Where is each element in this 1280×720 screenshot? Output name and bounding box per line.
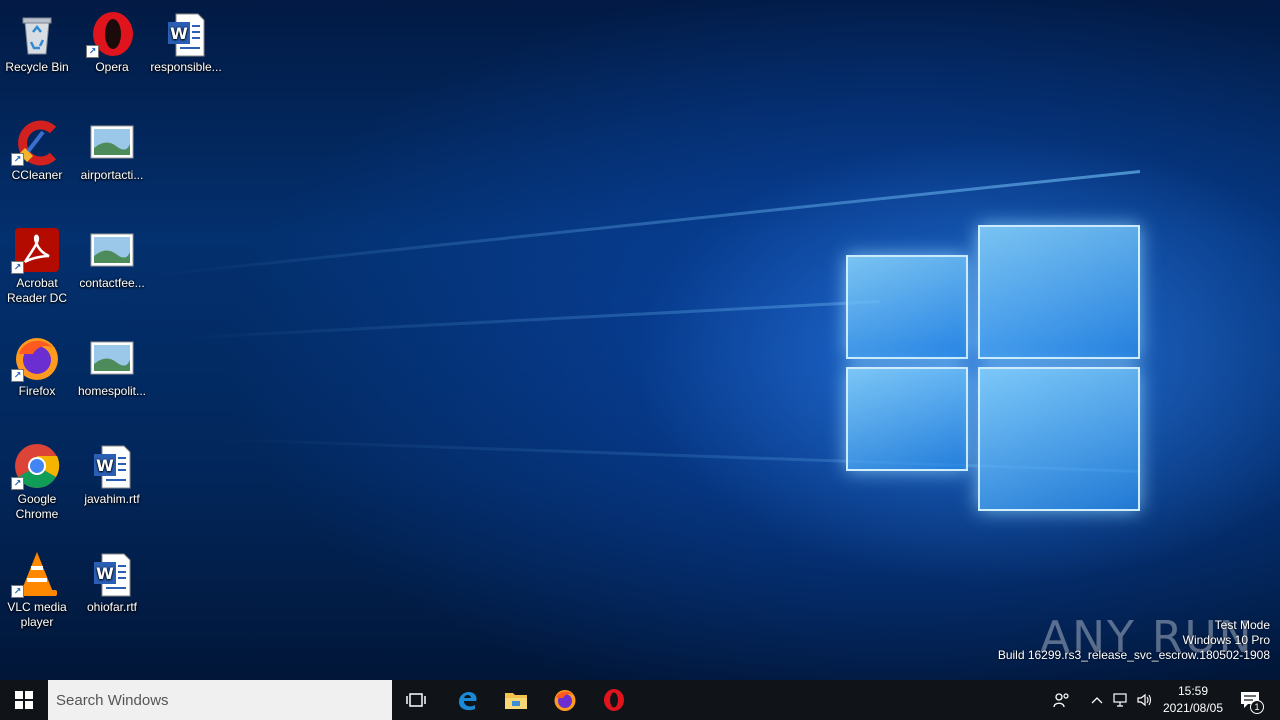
clock-time: 15:59 bbox=[1177, 684, 1209, 698]
volume-icon bbox=[1137, 693, 1152, 707]
svg-text:W: W bbox=[170, 24, 188, 43]
taskbar-edge-button[interactable] bbox=[442, 680, 492, 720]
acrobat-icon: ↗ bbox=[11, 226, 61, 274]
chrome-icon: ↗ bbox=[11, 442, 61, 490]
desktop-icon-airportacti[interactable]: airportacti... bbox=[75, 114, 149, 183]
svg-text:W: W bbox=[96, 564, 114, 583]
firefox-icon: ↗ bbox=[11, 334, 61, 382]
file-explorer-icon bbox=[505, 693, 527, 709]
desktop-icon-label: ohiofar.rtf bbox=[86, 600, 138, 614]
desktop-icon-acrobat[interactable]: ↗ Acrobat Reader DC bbox=[0, 222, 74, 306]
image-file-icon bbox=[88, 118, 136, 166]
shortcut-arrow-icon: ↗ bbox=[11, 261, 24, 274]
taskbar-firefox-button[interactable] bbox=[540, 680, 590, 720]
action-center-button[interactable]: 1 bbox=[1232, 680, 1268, 720]
people-button[interactable] bbox=[1048, 680, 1076, 720]
word-document-icon: W bbox=[162, 10, 210, 58]
taskbar-opera-button[interactable] bbox=[590, 680, 638, 720]
image-file-icon bbox=[88, 334, 136, 382]
desktop-icon-label: Firefox bbox=[18, 384, 56, 398]
desktop-icon-label: airportacti... bbox=[80, 168, 144, 182]
desktop-icon-label: homespolit... bbox=[77, 384, 147, 398]
edge-icon bbox=[459, 692, 477, 711]
word-document-icon: W bbox=[88, 442, 136, 490]
desktop-icon-opera[interactable]: ↗ Opera bbox=[75, 6, 149, 75]
desktop-icon-label: responsible... bbox=[150, 60, 222, 74]
clock-date: 2021/08/05 bbox=[1162, 701, 1224, 715]
test-mode-watermark: Test Mode Windows 10 Pro Build 16299.rs3… bbox=[998, 618, 1270, 663]
taskbar-search-box[interactable]: Search Windows bbox=[48, 680, 392, 720]
desktop-icon-label: VLC media player bbox=[7, 600, 67, 629]
light-ray bbox=[180, 300, 881, 340]
windows-start-icon bbox=[15, 691, 33, 709]
show-hidden-icons-button[interactable] bbox=[1086, 680, 1108, 720]
watermark-build: Build 16299.rs3_release_svc_escrow.18050… bbox=[997, 648, 1270, 662]
taskbar-file-explorer-button[interactable] bbox=[492, 680, 540, 720]
desktop-icon-responsible[interactable]: W responsible... bbox=[149, 6, 223, 75]
desktop-icon-vlc[interactable]: ↗ VLC media player bbox=[0, 546, 74, 630]
svg-text:W: W bbox=[96, 456, 114, 475]
desktop-icon-firefox[interactable]: ↗ Firefox bbox=[0, 330, 74, 399]
people-icon bbox=[1053, 693, 1069, 708]
watermark-test-mode: Test Mode bbox=[1214, 618, 1270, 632]
network-icon bbox=[1113, 693, 1127, 707]
desktop-icon-label: Google Chrome bbox=[15, 492, 59, 521]
word-document-icon: W bbox=[88, 550, 136, 598]
shortcut-arrow-icon: ↗ bbox=[11, 369, 24, 382]
desktop-icon-ccleaner[interactable]: ↗ CCleaner bbox=[0, 114, 74, 183]
desktop-icon-homespolit[interactable]: homespolit... bbox=[75, 330, 149, 399]
shortcut-arrow-icon: ↗ bbox=[11, 585, 24, 598]
shortcut-arrow-icon: ↗ bbox=[11, 477, 24, 490]
ccleaner-icon: ↗ bbox=[11, 118, 61, 166]
desktop-icon-label: contactfee... bbox=[79, 276, 145, 290]
desktop: Recycle Bin ↗ Opera W responsible... ↗ C… bbox=[0, 0, 1280, 680]
network-button[interactable] bbox=[1110, 680, 1132, 720]
search-placeholder: Search Windows bbox=[56, 691, 169, 709]
task-view-button[interactable] bbox=[392, 680, 440, 720]
desktop-icon-label: Opera bbox=[95, 60, 129, 74]
desktop-icon-label: javahim.rtf bbox=[84, 492, 140, 506]
firefox-icon bbox=[554, 690, 576, 711]
opera-icon: ↗ bbox=[86, 10, 136, 58]
task-view-icon bbox=[406, 693, 426, 707]
shortcut-arrow-icon: ↗ bbox=[11, 153, 24, 166]
start-button[interactable] bbox=[0, 680, 48, 720]
shortcut-arrow-icon: ↗ bbox=[86, 45, 99, 58]
volume-button[interactable] bbox=[1134, 680, 1156, 720]
desktop-icon-recycle-bin[interactable]: Recycle Bin bbox=[0, 6, 74, 75]
desktop-icon-label: Acrobat Reader DC bbox=[6, 276, 68, 305]
desktop-icon-google-chrome[interactable]: ↗ Google Chrome bbox=[0, 438, 74, 522]
windows-wallpaper-logo bbox=[840, 215, 1140, 515]
desktop-icon-label: Recycle Bin bbox=[5, 60, 69, 74]
taskbar-clock[interactable]: 15:59 2021/08/05 bbox=[1160, 683, 1226, 717]
chevron-up-icon bbox=[1091, 697, 1103, 704]
desktop-icon-contactfee[interactable]: contactfee... bbox=[75, 222, 149, 291]
desktop-icon-ohiofar[interactable]: W ohiofar.rtf bbox=[75, 546, 149, 615]
desktop-icon-javahim[interactable]: W javahim.rtf bbox=[75, 438, 149, 507]
image-file-icon bbox=[88, 226, 136, 274]
vlc-icon: ↗ bbox=[11, 550, 61, 598]
watermark-edition: Windows 10 Pro bbox=[1182, 633, 1270, 647]
recycle-bin-icon bbox=[13, 10, 61, 58]
notification-count-badge: 1 bbox=[1250, 700, 1264, 714]
opera-icon bbox=[604, 689, 624, 711]
desktop-icon-label: CCleaner bbox=[11, 168, 63, 182]
taskbar: Search Windows 15:59 2021/08/05 1 bbox=[0, 680, 1280, 720]
